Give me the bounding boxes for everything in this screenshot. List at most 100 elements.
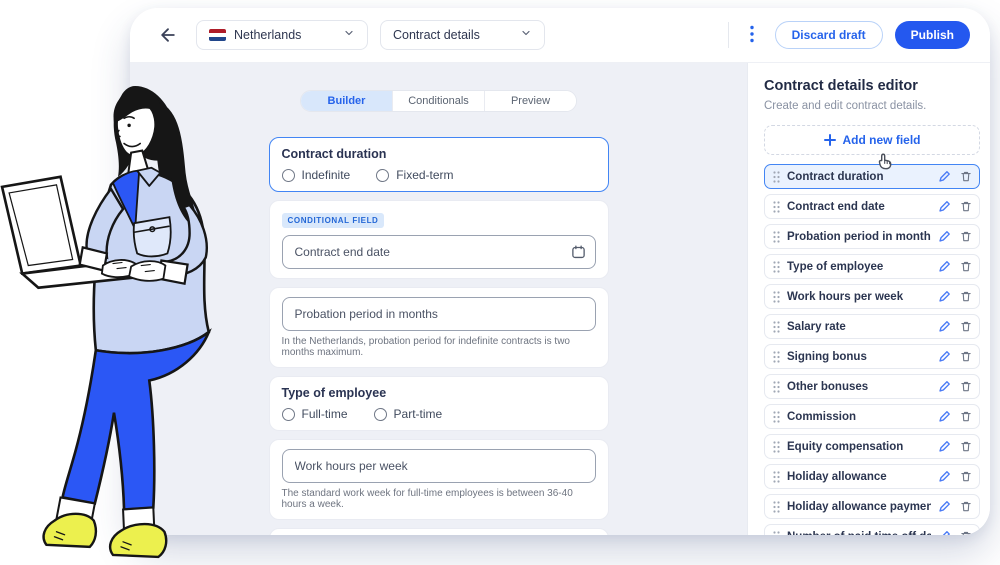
drag-handle-icon[interactable] — [773, 381, 780, 393]
edit-field-button[interactable] — [938, 470, 951, 483]
field-list-item[interactable]: Holiday allowance — [764, 464, 980, 489]
trash-icon — [960, 260, 972, 273]
drag-handle-icon[interactable] — [773, 231, 780, 243]
chevron-down-icon — [520, 26, 532, 44]
probation-helper-text: In the Netherlands, probation period for… — [282, 336, 596, 358]
country-select[interactable]: Netherlands — [196, 20, 368, 50]
delete-field-button[interactable] — [960, 200, 972, 213]
delete-field-button[interactable] — [960, 410, 972, 423]
drag-handle-icon[interactable] — [773, 261, 780, 273]
trash-icon — [960, 320, 972, 333]
field-list-item[interactable]: Holiday allowance payment fre... — [764, 494, 980, 519]
edit-field-button[interactable] — [938, 380, 951, 393]
trash-icon — [960, 230, 972, 243]
delete-field-button[interactable] — [960, 320, 972, 333]
discard-draft-button[interactable]: Discard draft — [775, 21, 883, 49]
drag-handle-icon[interactable] — [773, 201, 780, 213]
radio-option[interactable]: Fixed-term — [376, 168, 453, 182]
field-list-item[interactable]: Type of employee — [764, 254, 980, 279]
panel-title: Contract details editor — [764, 78, 979, 94]
edit-field-button[interactable] — [938, 230, 951, 243]
calendar-icon[interactable] — [571, 245, 586, 260]
radio-label: Indefinite — [302, 168, 351, 182]
edit-field-button[interactable] — [938, 260, 951, 273]
drag-handle-icon[interactable] — [773, 471, 780, 483]
tab[interactable]: Conditionals — [393, 91, 485, 111]
delete-field-button[interactable] — [960, 260, 972, 273]
conditional-field-badge: CONDITIONAL FIELD — [282, 213, 385, 228]
edit-field-button[interactable] — [938, 410, 951, 423]
field-card-salary-rate[interactable]: Salary rate — [269, 528, 609, 535]
radio-icon — [374, 408, 387, 421]
drag-handle-icon[interactable] — [773, 531, 780, 536]
field-list-item[interactable]: Salary rate — [764, 314, 980, 339]
drag-handle-icon[interactable] — [773, 501, 780, 513]
drag-handle-icon[interactable] — [773, 411, 780, 423]
field-list-item[interactable]: Work hours per week — [764, 284, 980, 309]
radio-option[interactable]: Full-time — [282, 407, 348, 421]
more-options-button[interactable] — [743, 21, 761, 50]
field-card-work-hours[interactable]: The standard work week for full-time emp… — [269, 439, 609, 520]
delete-field-button[interactable] — [960, 380, 972, 393]
drag-handle-icon[interactable] — [773, 171, 780, 183]
pencil-icon — [938, 260, 951, 273]
delete-field-button[interactable] — [960, 500, 972, 513]
work-hours-input[interactable] — [282, 449, 596, 483]
view-tabs: Builder Conditionals Preview — [300, 90, 577, 112]
trash-icon — [960, 380, 972, 393]
field-list-item[interactable]: Number of paid time off days — [764, 524, 980, 535]
probation-period-input[interactable] — [282, 297, 596, 331]
edit-field-button[interactable] — [938, 530, 951, 535]
delete-field-button[interactable] — [960, 230, 972, 243]
drag-handle-icon[interactable] — [773, 351, 780, 363]
edit-field-button[interactable] — [938, 170, 951, 183]
field-card-probation-period[interactable]: In the Netherlands, probation period for… — [269, 287, 609, 368]
delete-field-button[interactable] — [960, 440, 972, 453]
delete-field-button[interactable] — [960, 530, 972, 535]
field-card-contract-end-date[interactable]: CONDITIONAL FIELD — [269, 200, 609, 279]
field-list-item[interactable]: Probation period in months — [764, 224, 980, 249]
drag-handle-icon[interactable] — [773, 291, 780, 303]
field-list-item[interactable]: Signing bonus — [764, 344, 980, 369]
field-item-label: Holiday allowance payment fre... — [787, 501, 931, 513]
publish-button[interactable]: Publish — [895, 21, 970, 49]
edit-field-button[interactable] — [938, 440, 951, 453]
pencil-icon — [938, 290, 951, 303]
tab-label: Preview — [511, 95, 550, 107]
tab[interactable]: Preview — [485, 91, 576, 111]
drag-handle-icon[interactable] — [773, 321, 780, 333]
radio-icon — [376, 169, 389, 182]
edit-field-button[interactable] — [938, 290, 951, 303]
add-new-field-button[interactable]: Add new field — [764, 125, 980, 155]
edit-field-button[interactable] — [938, 500, 951, 513]
field-item-label: Work hours per week — [787, 291, 931, 303]
field-card-contract-duration[interactable]: Contract duration IndefiniteFixed-term — [269, 137, 609, 192]
pencil-icon — [938, 170, 951, 183]
pencil-icon — [938, 530, 951, 535]
section-select[interactable]: Contract details — [380, 20, 545, 50]
delete-field-button[interactable] — [960, 350, 972, 363]
delete-field-button[interactable] — [960, 470, 972, 483]
edit-field-button[interactable] — [938, 200, 951, 213]
field-list-item[interactable]: Equity compensation — [764, 434, 980, 459]
delete-field-button[interactable] — [960, 290, 972, 303]
chevron-down-icon — [343, 26, 355, 44]
contract-end-date-input[interactable] — [282, 235, 596, 269]
tab-label: Conditionals — [408, 95, 469, 107]
field-list-item[interactable]: Contract duration — [764, 164, 980, 189]
field-card-employee-type[interactable]: Type of employee Full-timePart-time — [269, 376, 609, 431]
pencil-icon — [938, 230, 951, 243]
builder-canvas: BuilderConditionalsPreview Contract dura… — [130, 63, 747, 535]
field-list-item[interactable]: Contract end date — [764, 194, 980, 219]
radio-option[interactable]: Indefinite — [282, 168, 351, 182]
trash-icon — [960, 200, 972, 213]
field-list-item[interactable]: Other bonuses — [764, 374, 980, 399]
delete-field-button[interactable] — [960, 170, 972, 183]
back-button[interactable] — [154, 21, 182, 49]
edit-field-button[interactable] — [938, 320, 951, 333]
drag-handle-icon[interactable] — [773, 441, 780, 453]
radio-option[interactable]: Part-time — [374, 407, 443, 421]
field-list-item[interactable]: Commission — [764, 404, 980, 429]
tab[interactable]: Builder — [301, 91, 393, 111]
edit-field-button[interactable] — [938, 350, 951, 363]
